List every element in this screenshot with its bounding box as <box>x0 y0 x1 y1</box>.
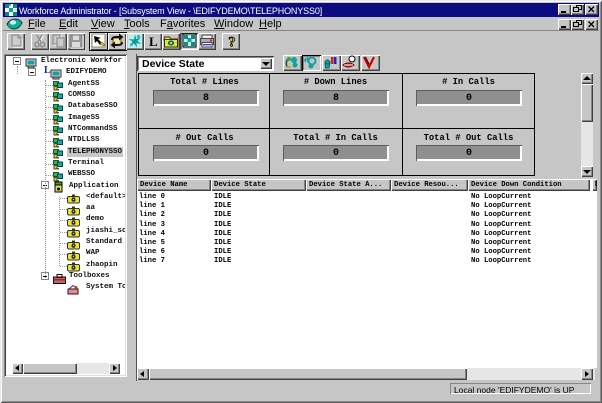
svg-text:L: L <box>149 34 158 49</box>
svg-text:?: ? <box>228 35 236 50</box>
